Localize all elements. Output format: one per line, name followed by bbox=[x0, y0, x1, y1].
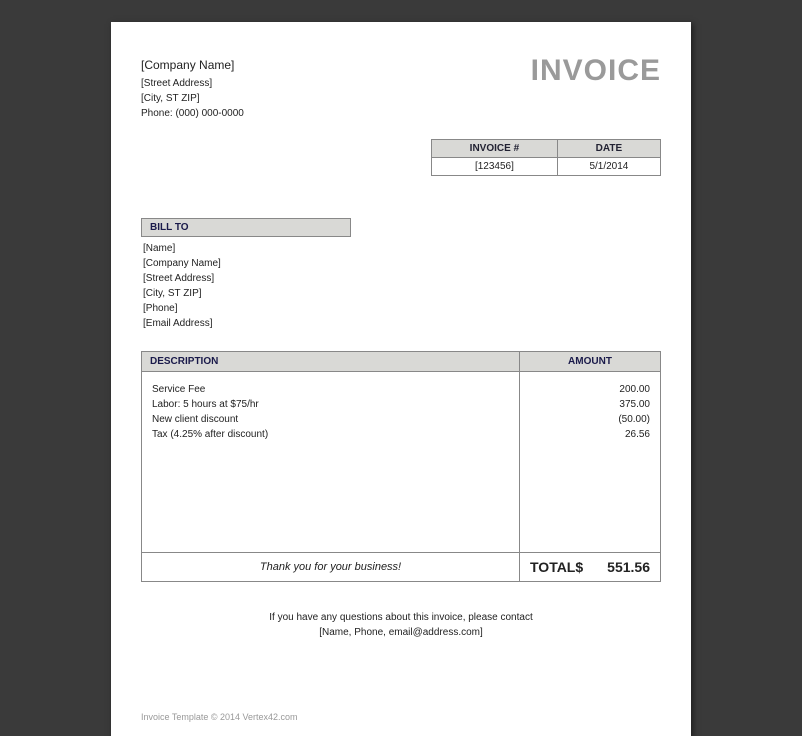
footer-line2: [Name, Phone, email@address.com] bbox=[141, 625, 661, 640]
invoice-title: INVOICE bbox=[531, 56, 661, 121]
thanks-text: Thank you for your business! bbox=[142, 552, 520, 581]
billto-street: [Street Address] bbox=[143, 271, 661, 286]
item-amount: 375.00 bbox=[530, 397, 650, 412]
total-amount: 551.56 bbox=[607, 559, 650, 575]
invoice-page: [Company Name] [Street Address] [City, S… bbox=[111, 22, 691, 736]
item-desc: Labor: 5 hours at $75/hr bbox=[152, 397, 509, 412]
company-name: [Company Name] bbox=[141, 56, 244, 74]
item-desc: Service Fee bbox=[152, 382, 509, 397]
table-spacer bbox=[142, 442, 661, 552]
company-city: [City, ST ZIP] bbox=[141, 91, 244, 106]
total-row: Thank you for your business! TOTAL $551.… bbox=[142, 552, 661, 581]
meta-table: INVOICE # DATE [123456] 5/1/2014 bbox=[431, 139, 661, 176]
item-desc: New client discount bbox=[152, 412, 509, 427]
footer-contact: If you have any questions about this inv… bbox=[141, 610, 661, 640]
date-value: 5/1/2014 bbox=[557, 158, 660, 176]
billto-city: [City, ST ZIP] bbox=[143, 286, 661, 301]
copyright: Invoice Template © 2014 Vertex42.com bbox=[141, 712, 298, 722]
billto-phone: [Phone] bbox=[143, 301, 661, 316]
billto-header: BILL TO bbox=[141, 218, 351, 237]
header-row: [Company Name] [Street Address] [City, S… bbox=[141, 56, 661, 121]
desc-header: DESCRIPTION bbox=[142, 352, 520, 372]
table-row: Service Fee Labor: 5 hours at $75/hr New… bbox=[142, 372, 661, 443]
total-label: TOTAL bbox=[530, 559, 575, 575]
invoice-num-value: [123456] bbox=[432, 158, 558, 176]
item-amount: 26.56 bbox=[530, 427, 650, 442]
total-currency: $ bbox=[575, 559, 583, 575]
billto-section: BILL TO [Name] [Company Name] [Street Ad… bbox=[141, 218, 661, 331]
items-table: DESCRIPTION AMOUNT Service Fee Labor: 5 … bbox=[141, 351, 661, 582]
amount-header: AMOUNT bbox=[520, 352, 661, 372]
billto-company: [Company Name] bbox=[143, 256, 661, 271]
item-amount: (50.00) bbox=[530, 412, 650, 427]
company-street: [Street Address] bbox=[141, 76, 244, 91]
company-phone: Phone: (000) 000-0000 bbox=[141, 106, 244, 121]
billto-email: [Email Address] bbox=[143, 316, 661, 331]
billto-lines: [Name] [Company Name] [Street Address] [… bbox=[141, 241, 661, 331]
footer-line1: If you have any questions about this inv… bbox=[141, 610, 661, 625]
item-amount: 200.00 bbox=[530, 382, 650, 397]
date-header: DATE bbox=[557, 140, 660, 158]
company-block: [Company Name] [Street Address] [City, S… bbox=[141, 56, 244, 121]
billto-name: [Name] bbox=[143, 241, 661, 256]
item-desc: Tax (4.25% after discount) bbox=[152, 427, 509, 442]
invoice-num-header: INVOICE # bbox=[432, 140, 558, 158]
